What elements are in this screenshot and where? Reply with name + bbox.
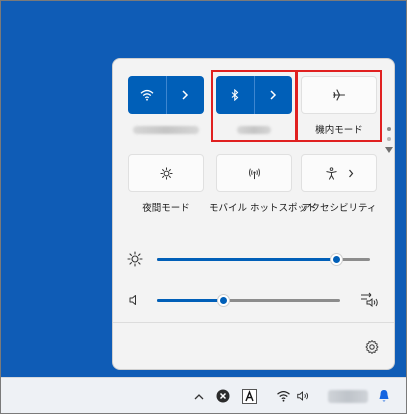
wifi-icon (140, 89, 154, 101)
input-method-button[interactable] (241, 386, 257, 406)
wifi-tile (128, 76, 204, 114)
bluetooth-tile (216, 76, 292, 114)
mobile-hotspot-button[interactable] (216, 154, 292, 192)
airplane-mode-label: 機内モード (315, 125, 363, 136)
text-a-icon (241, 388, 257, 404)
hotspot-icon (248, 167, 260, 179)
night-light-label: 夜間モード (142, 203, 190, 214)
audio-output-icon[interactable] (358, 291, 380, 309)
close-circle-icon (216, 389, 230, 403)
bluetooth-icon (231, 89, 239, 101)
taskbar (0, 377, 407, 414)
wifi-expand-button[interactable] (165, 76, 204, 114)
bell-icon (379, 390, 389, 402)
wifi-label-obscured (133, 126, 199, 134)
brightness-slider-fill (157, 258, 336, 261)
show-hidden-icons-button[interactable] (192, 386, 206, 406)
volume-row (127, 290, 380, 310)
bluetooth-expand-button[interactable] (253, 76, 292, 114)
notifications-button[interactable] (377, 386, 391, 406)
mobile-hotspot-label: モバイル ホットスポット (209, 203, 317, 214)
page-dot (387, 137, 391, 141)
airplane-mode-button[interactable] (301, 76, 377, 114)
accessibility-button[interactable] (301, 154, 377, 192)
chevron-right-icon (270, 90, 277, 100)
brightness-slider-thumb[interactable] (329, 253, 343, 266)
page-dot-active (387, 127, 391, 131)
bluetooth-label-obscured (237, 126, 271, 134)
network-volume-button[interactable] (270, 383, 318, 409)
panel-footer (113, 322, 394, 369)
wifi-icon (277, 391, 290, 402)
volume-slider-fill (157, 299, 223, 302)
chevron-right-icon (348, 169, 353, 177)
tray-app-button[interactable] (215, 386, 231, 406)
volume-slider-thumb[interactable] (216, 294, 230, 307)
chevron-up-icon (194, 393, 204, 399)
brightness-icon (159, 166, 173, 180)
volume-slider[interactable] (157, 294, 340, 307)
brightness-icon (127, 251, 143, 267)
brightness-slider[interactable] (157, 253, 370, 266)
gear-icon[interactable] (364, 339, 380, 355)
accessibility-label: アクセシビリティ (301, 203, 377, 214)
bluetooth-toggle-button[interactable] (216, 76, 254, 114)
clock-obscured[interactable] (328, 390, 368, 403)
chevron-right-icon (182, 90, 189, 100)
airplane-icon (332, 89, 346, 101)
wifi-toggle-button[interactable] (128, 76, 166, 114)
accessibility-icon (325, 166, 337, 180)
night-light-button[interactable] (128, 154, 204, 192)
triangle-down-icon[interactable] (385, 147, 393, 153)
speaker-icon (297, 391, 309, 401)
quick-settings-panel: 機内モード 夜間モード モバイル ホットスポット アクセシビリティ (112, 58, 395, 370)
page-indicator (384, 117, 394, 167)
speaker-icon (129, 295, 136, 305)
brightness-row (127, 249, 380, 269)
